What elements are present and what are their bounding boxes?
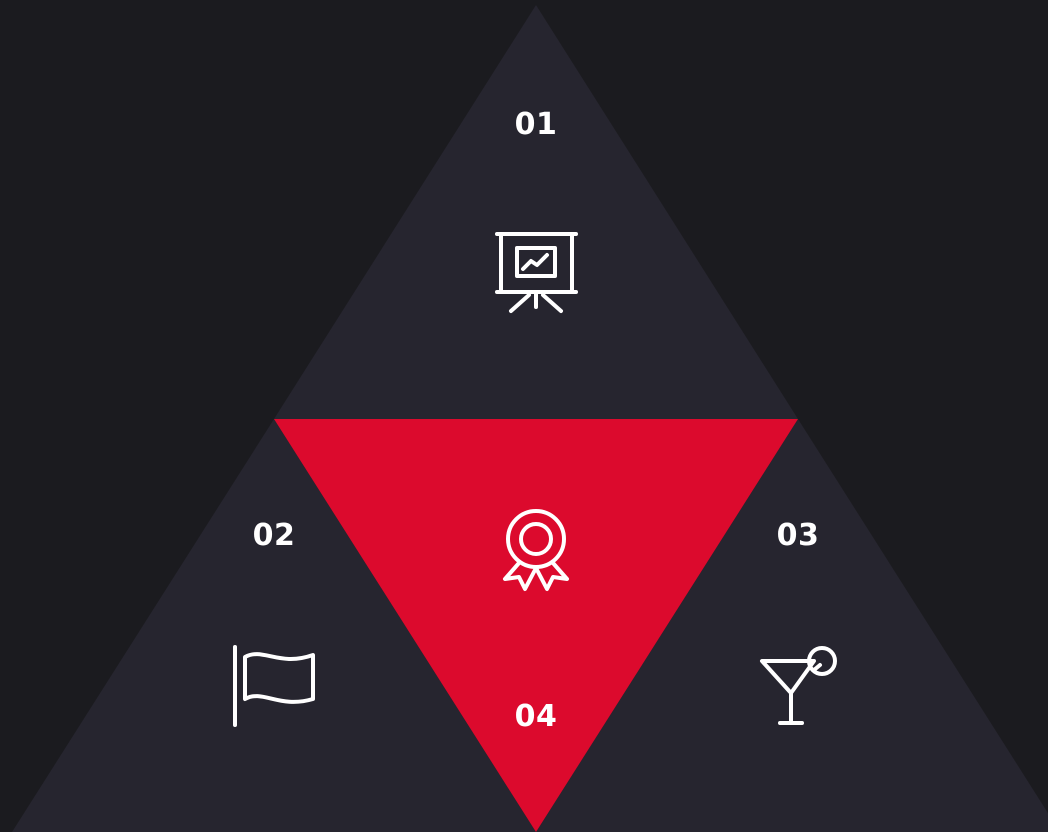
award-ribbon-badge-icon	[499, 507, 573, 593]
segment-02-number: 02	[252, 518, 296, 553]
triangle-diagram: 01 02 03 04	[0, 0, 1048, 832]
segment-03-number: 03	[776, 518, 820, 553]
cocktail-glass-icon	[760, 645, 840, 729]
segment-04-number: 04	[514, 699, 558, 734]
presentation-board-chart-icon	[495, 231, 578, 313]
segment-01-number: 01	[514, 107, 558, 142]
flag-icon	[231, 645, 317, 729]
segment-01-triangle	[274, 5, 798, 419]
